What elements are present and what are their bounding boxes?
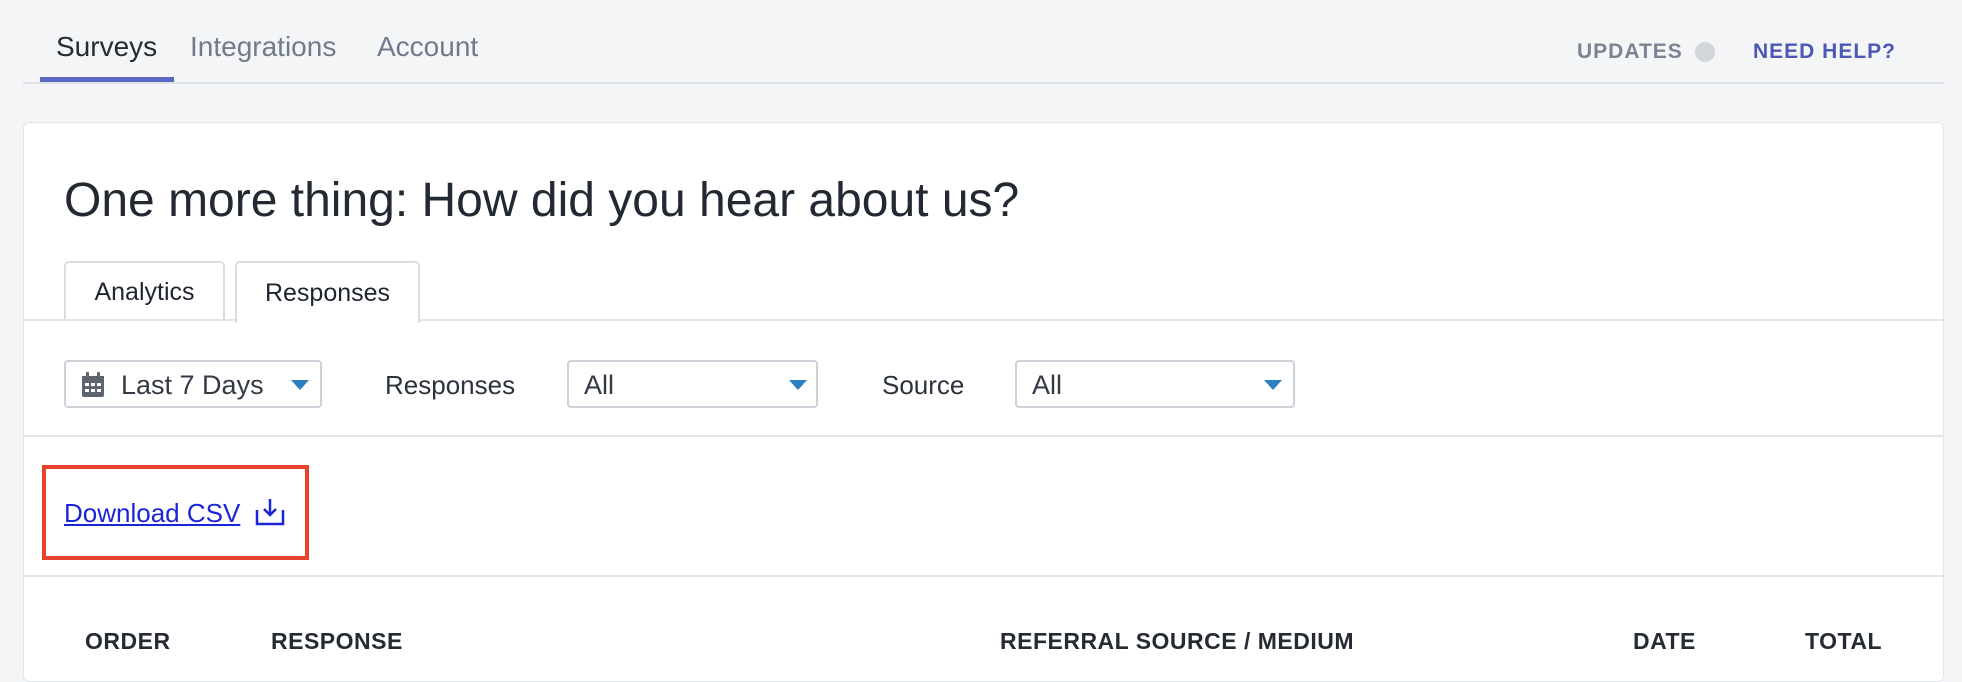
nav-tab-surveys[interactable]: Surveys — [56, 31, 157, 63]
active-tab-indicator — [40, 77, 174, 82]
updates-link[interactable]: UPDATES — [1577, 40, 1683, 64]
column-header-order[interactable]: ORDER — [85, 628, 171, 655]
filters-divider — [24, 435, 1943, 437]
column-header-response[interactable]: RESPONSE — [271, 628, 403, 655]
download-csv-link[interactable]: Download CSV — [64, 498, 240, 529]
chevron-down-icon — [789, 380, 807, 390]
chevron-down-icon — [291, 380, 309, 390]
download-icon[interactable] — [255, 498, 285, 526]
nav-tab-integrations[interactable]: Integrations — [190, 31, 336, 63]
need-help-link[interactable]: NEED HELP? — [1753, 40, 1896, 64]
source-filter-label: Source — [882, 370, 965, 400]
responses-filter-label: Responses — [385, 370, 516, 400]
column-header-referral-source[interactable]: REFERRAL SOURCE / MEDIUM — [1000, 628, 1354, 655]
survey-title: One more thing: How did you hear about u… — [64, 174, 1020, 227]
responses-filter-select[interactable]: All — [567, 360, 818, 408]
source-filter-value: All — [1032, 370, 1063, 400]
calendar-icon — [82, 372, 104, 397]
column-header-total[interactable]: TOTAL — [1805, 628, 1882, 655]
tab-responses[interactable]: Responses — [235, 261, 420, 323]
download-divider — [24, 575, 1943, 577]
updates-status-dot — [1695, 42, 1715, 62]
source-filter-select[interactable]: All — [1015, 360, 1295, 408]
tab-analytics[interactable]: Analytics — [64, 261, 225, 321]
nav-tab-account[interactable]: Account — [377, 31, 478, 63]
chevron-down-icon — [1264, 380, 1282, 390]
date-range-value: Last 7 Days — [121, 370, 264, 400]
responses-filter-value: All — [584, 370, 615, 400]
survey-card: One more thing: How did you hear about u… — [23, 122, 1944, 682]
date-range-dropdown[interactable]: Last 7 Days — [64, 360, 322, 408]
column-header-date[interactable]: DATE — [1633, 628, 1696, 655]
